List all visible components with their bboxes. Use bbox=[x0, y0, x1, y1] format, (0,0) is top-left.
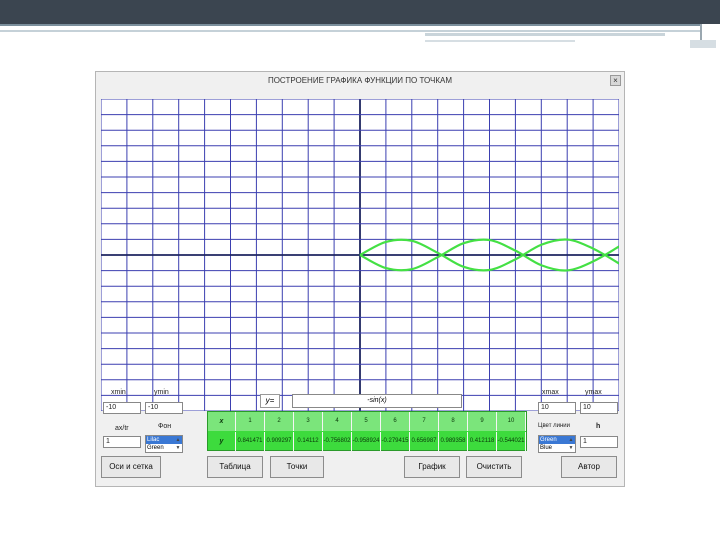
window-title: ПОСТРОЕНИЕ ГРАФИКА ФУНКЦИИ ПО ТОЧКАМ bbox=[267, 76, 453, 85]
close-icon[interactable]: × bbox=[610, 75, 621, 86]
table-button[interactable]: Таблица bbox=[207, 456, 263, 478]
table-cell: 7 bbox=[410, 412, 439, 431]
listbox-scroll-icon[interactable]: ▲ ▼ bbox=[567, 436, 575, 452]
table-cell: y bbox=[208, 432, 236, 451]
ymax-label: ymax bbox=[585, 389, 602, 396]
table-cell: 0.841471 bbox=[236, 432, 265, 451]
slide-header-bar bbox=[0, 0, 720, 32]
table-cell: 0.989358 bbox=[439, 432, 468, 451]
axstr-field[interactable]: 1 bbox=[103, 436, 141, 448]
background-label: Фон bbox=[158, 423, 172, 430]
author-button[interactable]: Автор bbox=[561, 456, 617, 478]
axes-grid-button[interactable]: Оси и сетка bbox=[101, 456, 161, 478]
slide-decoration bbox=[690, 40, 716, 48]
table-cell: 8 bbox=[439, 412, 468, 431]
xmax-field[interactable]: 10 bbox=[538, 402, 576, 414]
table-cell: 0.909297 bbox=[265, 432, 294, 451]
table-cell: -0.279415 bbox=[381, 432, 410, 451]
function-plot bbox=[101, 99, 619, 411]
table-cell: 1 bbox=[236, 412, 265, 431]
formula-label: y= bbox=[260, 394, 280, 408]
table-cell: 2 bbox=[265, 412, 294, 431]
xmax-label: xmax bbox=[542, 389, 559, 396]
table-cell: 9 bbox=[468, 412, 497, 431]
ymin-label: ymin bbox=[154, 389, 169, 396]
values-table: x 1 2 3 4 5 6 7 8 9 10 y 0.841471 0.909297 0.14112 -0.… bbox=[207, 411, 527, 451]
line-color-label: Цвет линии bbox=[538, 423, 570, 429]
table-cell: 6 bbox=[381, 412, 410, 431]
table-cell: 10 bbox=[497, 412, 526, 431]
table-cell: 0.14112 bbox=[294, 432, 323, 451]
slide-header-stripe bbox=[0, 30, 700, 32]
ymax-field[interactable]: 10 bbox=[580, 402, 618, 414]
table-cell: x bbox=[208, 412, 236, 431]
formula-input[interactable]: -sin(x) bbox=[292, 394, 462, 408]
clear-button[interactable]: Очистить bbox=[466, 456, 522, 478]
slide-decoration bbox=[425, 33, 665, 36]
table-cell: -0.958924 bbox=[352, 432, 381, 451]
table-row: x 1 2 3 4 5 6 7 8 9 10 bbox=[208, 412, 526, 431]
table-cell: -0.756802 bbox=[323, 432, 352, 451]
table-row: y 0.841471 0.909297 0.14112 -0.756802 -0.9589… bbox=[208, 432, 526, 451]
h-label: h bbox=[596, 423, 601, 430]
line-color-listbox[interactable]: Green Blue ▲ ▼ bbox=[538, 435, 576, 453]
listbox-scroll-icon[interactable]: ▲ ▼ bbox=[174, 436, 182, 452]
h-field[interactable]: 1 bbox=[580, 436, 618, 448]
table-cell: 0.412118 bbox=[468, 432, 497, 451]
table-cell: 0.656987 bbox=[410, 432, 439, 451]
axstr-label: ax/tr bbox=[115, 425, 129, 432]
app-window: ПОСТРОЕНИЕ ГРАФИКА ФУНКЦИИ ПО ТОЧКАМ × x… bbox=[95, 71, 625, 487]
background-listbox[interactable]: Lilac Green ▲ ▼ bbox=[145, 435, 183, 453]
slide-decoration bbox=[425, 40, 575, 42]
table-cell: 3 bbox=[294, 412, 323, 431]
ymin-field[interactable]: -10 bbox=[145, 402, 183, 414]
xmin-label: xmin bbox=[111, 389, 126, 396]
xmin-field[interactable]: -10 bbox=[103, 402, 141, 414]
table-cell: -0.544021 bbox=[497, 432, 526, 451]
graph-button[interactable]: График bbox=[404, 456, 460, 478]
table-cell: 4 bbox=[323, 412, 352, 431]
table-cell: 5 bbox=[352, 412, 381, 431]
points-button[interactable]: Точки bbox=[270, 456, 324, 478]
plot-area bbox=[101, 99, 619, 411]
slide-header-stripe bbox=[0, 24, 700, 26]
